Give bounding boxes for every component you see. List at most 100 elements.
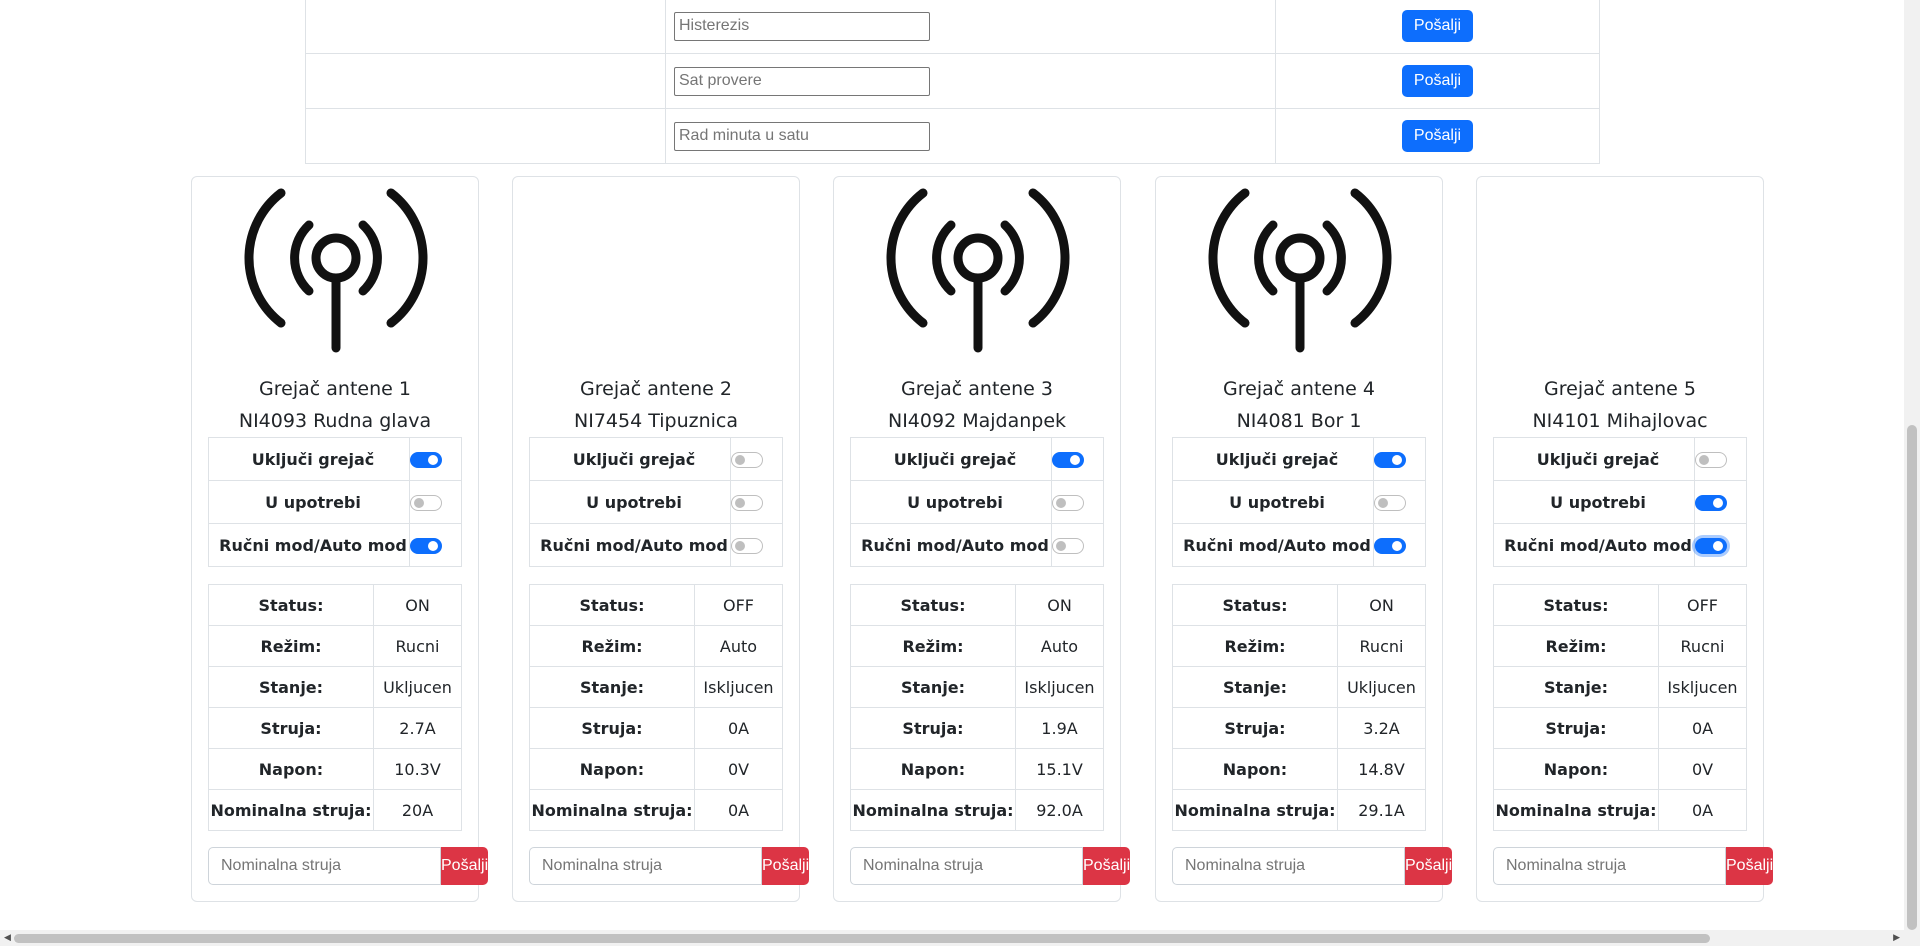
nominal-form: Pošalji xyxy=(850,847,1131,885)
mode-toggle[interactable] xyxy=(1374,538,1406,554)
status-value: 15.1V xyxy=(1015,748,1104,790)
vertical-scroll-thumb[interactable] xyxy=(1907,425,1917,930)
send-check-hour-button[interactable]: Pošalji xyxy=(1401,65,1474,97)
site-name: NI4092 Majdanpek xyxy=(887,410,1067,432)
horizontal-scrollbar[interactable]: ◀ ▶ xyxy=(0,930,1920,946)
status-value: OFF xyxy=(694,584,783,626)
switch-label: Ručni mod/Auto mod xyxy=(529,523,731,567)
switch-row: Ručni mod/Auto mod xyxy=(1172,523,1426,567)
status-value: 14.8V xyxy=(1337,748,1426,790)
in-use-toggle[interactable] xyxy=(1695,495,1727,511)
minutes-per-hour-input[interactable] xyxy=(674,121,930,151)
status-key: Režim: xyxy=(850,625,1016,667)
status-value: Ukljucen xyxy=(1337,666,1426,708)
heater-toggle[interactable] xyxy=(1374,452,1406,468)
heater-toggle[interactable] xyxy=(410,452,442,468)
send-nominal-button[interactable]: Pošalji xyxy=(441,847,489,885)
status-value: 92.0A xyxy=(1015,789,1104,831)
vertical-scrollbar[interactable]: ▼ xyxy=(1904,0,1920,930)
nominal-current-input[interactable] xyxy=(529,847,762,885)
send-nominal-button[interactable]: Pošalji xyxy=(762,847,810,885)
status-table: Status: ON Režim: Rucni Stanje: Ukljucen Struj… xyxy=(1172,584,1426,831)
status-value: Rucni xyxy=(1658,625,1747,667)
switch-row: Uključi grejač xyxy=(850,437,1104,481)
heater-toggle[interactable] xyxy=(1052,452,1084,468)
send-hysteresis-button[interactable]: Pošalji xyxy=(1401,10,1474,42)
status-key: Struja: xyxy=(208,707,374,749)
status-key: Status: xyxy=(1172,584,1338,626)
status-row: Nominalna struja: 0A xyxy=(529,789,783,831)
send-nominal-button[interactable]: Pošalji xyxy=(1726,847,1774,885)
status-key: Nominalna struja: xyxy=(1172,789,1338,831)
horizontal-scroll-thumb[interactable] xyxy=(14,934,1710,943)
mode-toggle[interactable] xyxy=(731,538,763,554)
scroll-right-icon[interactable]: ▶ xyxy=(1893,930,1900,946)
switch-label: Uključi grejač xyxy=(850,437,1052,481)
status-row: Režim: Rucni xyxy=(1172,625,1426,667)
check-hour-input[interactable] xyxy=(674,66,930,96)
status-value: 0A xyxy=(694,789,783,831)
switch-row: U upotrebi xyxy=(850,480,1104,524)
status-table: Status: OFF Režim: Rucni Stanje: Iskljucen Str… xyxy=(1493,584,1747,831)
status-value: 0V xyxy=(694,748,783,790)
status-value: 1.9A xyxy=(1015,707,1104,749)
status-key: Nominalna struja: xyxy=(529,789,695,831)
nominal-current-input[interactable] xyxy=(850,847,1083,885)
status-value: 0A xyxy=(1658,707,1747,749)
status-key: Status: xyxy=(1493,584,1659,626)
status-key: Napon: xyxy=(850,748,1016,790)
switch-row: U upotrebi xyxy=(1172,480,1426,524)
status-row: Struja: 2.7A xyxy=(208,707,462,749)
in-use-toggle[interactable] xyxy=(1374,495,1406,511)
nominal-current-input[interactable] xyxy=(208,847,441,885)
status-row: Napon: 15.1V xyxy=(850,748,1104,790)
nominal-form: Pošalji xyxy=(1172,847,1453,885)
in-use-toggle[interactable] xyxy=(1052,495,1084,511)
send-minutes-button[interactable]: Pošalji xyxy=(1401,120,1474,152)
switch-label: U upotrebi xyxy=(208,480,410,524)
heater-name: Grejač antene 1 xyxy=(259,378,411,400)
send-nominal-button[interactable]: Pošalji xyxy=(1405,847,1453,885)
nominal-form: Pošalji xyxy=(208,847,489,885)
status-key: Režim: xyxy=(208,625,374,667)
mode-toggle[interactable] xyxy=(410,538,442,554)
status-value: 29.1A xyxy=(1337,789,1426,831)
switch-row: Uključi grejač xyxy=(529,437,783,481)
heater-card: Grejač antene 3 NI4092 Majdanpek Uključi g… xyxy=(833,176,1131,902)
mode-toggle[interactable] xyxy=(1695,538,1727,554)
status-key: Režim: xyxy=(1172,625,1338,667)
status-value: Rucni xyxy=(1337,625,1426,667)
send-nominal-button[interactable]: Pošalji xyxy=(1083,847,1131,885)
status-key: Napon: xyxy=(1172,748,1338,790)
heater-name: Grejač antene 2 xyxy=(580,378,732,400)
status-row: Napon: 14.8V xyxy=(1172,748,1426,790)
switch-row: U upotrebi xyxy=(1493,480,1747,524)
nominal-current-input[interactable] xyxy=(1493,847,1726,885)
status-value: Iskljucen xyxy=(694,666,783,708)
status-key: Stanje: xyxy=(208,666,374,708)
status-key: Stanje: xyxy=(1493,666,1659,708)
nominal-current-input[interactable] xyxy=(1172,847,1405,885)
status-row: Stanje: Ukljucen xyxy=(208,666,462,708)
settings-row: Pošalji xyxy=(305,0,1600,54)
switch-label: Ručni mod/Auto mod xyxy=(850,523,1052,567)
status-key: Nominalna struja: xyxy=(850,789,1016,831)
card-title: Grejač antene 4 NI4081 Bor 1 xyxy=(1156,373,1442,437)
mode-toggle[interactable] xyxy=(1052,538,1084,554)
scroll-left-icon[interactable]: ◀ xyxy=(4,930,11,946)
status-row: Režim: Rucni xyxy=(208,625,462,667)
heater-toggle[interactable] xyxy=(1695,452,1727,468)
switch-label: Ručni mod/Auto mod xyxy=(1172,523,1374,567)
in-use-toggle[interactable] xyxy=(731,495,763,511)
switch-label: Uključi grejač xyxy=(1172,437,1374,481)
switch-row: Ručni mod/Auto mod xyxy=(850,523,1104,567)
status-row: Nominalna struja: 92.0A xyxy=(850,789,1104,831)
hysteresis-input[interactable] xyxy=(674,11,930,41)
status-value: ON xyxy=(373,584,462,626)
heater-toggle[interactable] xyxy=(731,452,763,468)
status-key: Napon: xyxy=(1493,748,1659,790)
status-value: 10.3V xyxy=(373,748,462,790)
in-use-toggle[interactable] xyxy=(410,495,442,511)
status-value: ON xyxy=(1015,584,1104,626)
status-row: Stanje: Iskljucen xyxy=(850,666,1104,708)
